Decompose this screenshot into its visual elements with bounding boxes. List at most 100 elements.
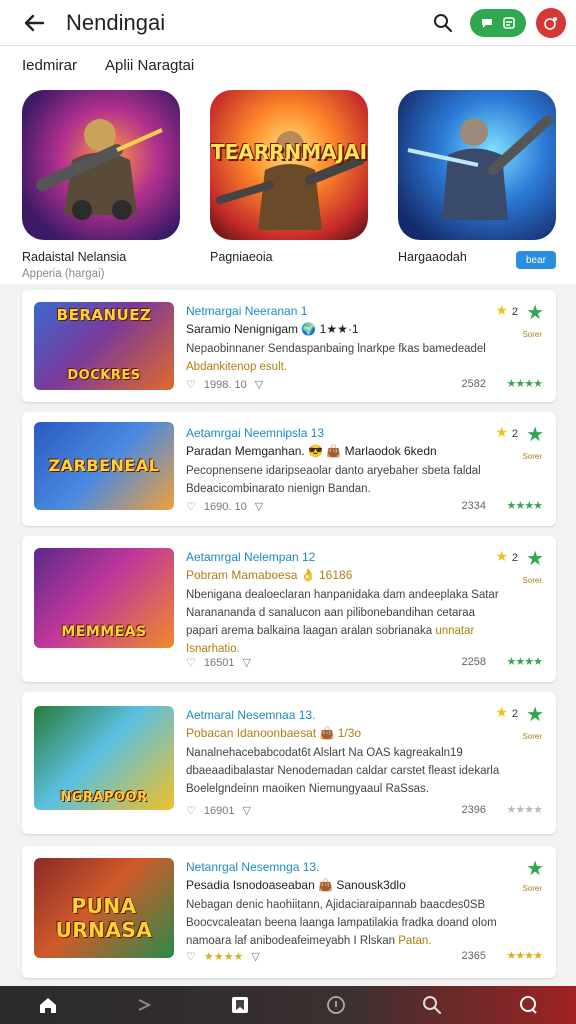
nav-home[interactable] [28,986,68,1024]
featured-sub: Apperia (hargai) [22,268,105,280]
heart-icon[interactable]: ♡ [186,500,196,513]
warrior-art [216,131,365,230]
featured-name: Hargaaodah [398,250,467,264]
rating-stars: ★★★★ [506,950,543,962]
tab-second[interactable]: Aplii Naragtai [105,57,194,74]
review-count: 2334 [461,500,486,512]
thumbnail-art-text: PUNA [71,894,137,918]
back-arrow-icon [24,14,45,31]
star-icon: ★ [495,704,508,720]
chevron-down-icon[interactable]: ▽ [251,950,259,963]
chevron-down-icon[interactable]: ▽ [242,804,250,817]
desc-text-tail: namoara laf anibodeafeimeyabh I Rlskan [186,935,396,947]
chat-icon [520,996,537,1014]
card-title: Aetamrgai Neemnipsla 13 [186,426,325,440]
notification-button[interactable] [536,7,566,38]
rating-stars: ★★★★ [506,378,543,390]
featured-name: Pagniaeoia [210,250,273,264]
featured-image: TEARRNMAJAI [210,90,368,240]
warrior-art [407,115,553,220]
list-item[interactable]: ZARBENEAL Aetamrgai Neemnipsla 13 Parada… [22,412,556,526]
rating-stars: ★★★★ [506,656,543,668]
chevron-down-icon[interactable]: ▽ [255,378,263,391]
rating-stars: ★★★★ [506,804,543,816]
desc-text: Nebagan denic haohiitann, Ajidaciaraipan… [186,899,497,929]
like-count: 1690. 10 [203,500,247,513]
favorite-star-icon[interactable]: ★ [526,422,544,447]
list-item[interactable]: BERANUEZ DOCKRES Netmargai Neeranan 1 Sa… [22,290,556,402]
nav-library[interactable] [220,986,260,1024]
card-thumbnail: NGRAPOOR [34,706,174,810]
tab-first[interactable]: Iedmirar [22,57,77,74]
favorite-star-icon[interactable]: ★ [526,856,544,881]
list-item[interactable]: PUNA URNASA Netanrgal Nesemnga 13. Pesad… [22,846,556,978]
thumbnail-art-text: ZARBENEAL [48,456,160,475]
chat-cart-button[interactable] [470,8,526,37]
featured-item[interactable] [398,90,556,240]
featured-item[interactable] [22,90,180,240]
search-icon [423,996,442,1015]
score-label: Sorer [522,732,542,741]
favorite-star-icon[interactable]: ★ [526,702,544,727]
card-description: Pecopnensene idaripseaolar danto aryebah… [186,462,506,498]
page-title: Nendingai [66,9,166,35]
cart-icon [503,16,515,29]
featured-section: Radaistal Nelansia Apperia (hargai) TEAR… [0,84,576,284]
favorite-star-icon[interactable]: ★ [526,546,544,571]
favorite-star-icon[interactable]: ★ [526,300,544,325]
list-item[interactable]: NGRAPOOR Aetmaral Nesemnaa 13. Pobacan I… [22,692,556,834]
card-title: Netanrgal Nesemnga 13. [186,860,320,874]
back-button[interactable] [14,3,54,43]
card-thumbnail: PUNA URNASA [34,858,174,958]
chevron-down-icon[interactable]: ▽ [255,500,263,513]
card-description: Nepaobinnaner Sendaspanbaing lnarkpe fka… [186,340,506,376]
rating-number: 2 [511,306,518,318]
list-item[interactable]: MEMMEAS Aetamrgal Nelempan 12 Pobram Mam… [22,536,556,682]
heart-icon[interactable]: ♡ [186,950,196,963]
search-button[interactable] [426,6,460,40]
rating-stars: ★★★★ [506,500,543,512]
score-label: Sorer [522,452,542,461]
rating-number: 2 [511,552,518,564]
chat-icon [482,18,492,28]
nav-info[interactable] [316,986,356,1024]
card-subtitle: Saramio Nenignigam 🌍 1★★·1 [186,322,359,336]
featured-image [398,90,556,240]
card-subtitle: Pobram Mamaboesa 👌 16186 [186,568,353,582]
nav-forward[interactable] [124,986,164,1024]
card-thumbnail: MEMMEAS [34,548,174,648]
desc-highlight: Patan. [398,935,432,947]
install-badge[interactable]: bear [516,251,556,269]
card-meta: ♡ ★★★★ ▽ [186,950,260,963]
chevron-down-icon[interactable]: ▽ [242,656,250,669]
card-subtitle: Pobacan Idanoonbaesat 👜 1/3o [186,726,362,740]
heart-icon[interactable]: ♡ [186,378,196,391]
featured-name: Radaistal Nelansia [22,250,127,264]
nav-search[interactable] [412,986,452,1024]
desc-text: Nanalnehacebabcodat6t Alslart Na OAS kag… [186,747,500,795]
like-count: 1998. 10 [203,378,247,391]
rating-number: 2 [511,428,518,440]
star-icon: ★ [495,424,508,440]
top-actions [426,6,566,40]
heart-icon[interactable]: ♡ [186,656,196,669]
card-subtitle: Pesadia Isnodoaseaban 👜 Sanousk3dlo [186,878,406,892]
featured-item[interactable]: TEARRNMAJAI [210,90,368,240]
nav-chat[interactable] [508,986,548,1024]
card-title: Aetamrgal Nelempan 12 [186,550,316,564]
star-icon: ★ [495,302,508,318]
tab-bar: Iedmirar Aplii Naragtai [0,46,576,84]
thumbnail-art-text: MEMMEAS [61,624,147,640]
heart-icon[interactable]: ♡ [186,804,196,817]
card-description: Nbenigana dealoeclaran hanpanidaka dam a… [186,586,506,658]
thumbnail-art-text: BERANUEZ [56,306,152,324]
star-icon: ★ [495,548,508,564]
card-title: Aetmaral Nesemnaa 13. [186,708,316,722]
desc-text: Nepaobinnaner Sendaspanbaing lnarkpe fka… [186,343,486,355]
card-meta: ♡ 16901 ▽ [186,804,251,818]
desc-text: Pecopnensene idaripseaolar danto aryebah… [186,465,481,477]
review-count: 2258 [461,656,486,668]
thumbnail-art-text: URNASA [55,918,153,942]
desc-highlight: Bdeacicombinarato nienign Bandan. [186,483,371,495]
card-meta: ♡ 1690. 10 ▽ [186,500,263,514]
